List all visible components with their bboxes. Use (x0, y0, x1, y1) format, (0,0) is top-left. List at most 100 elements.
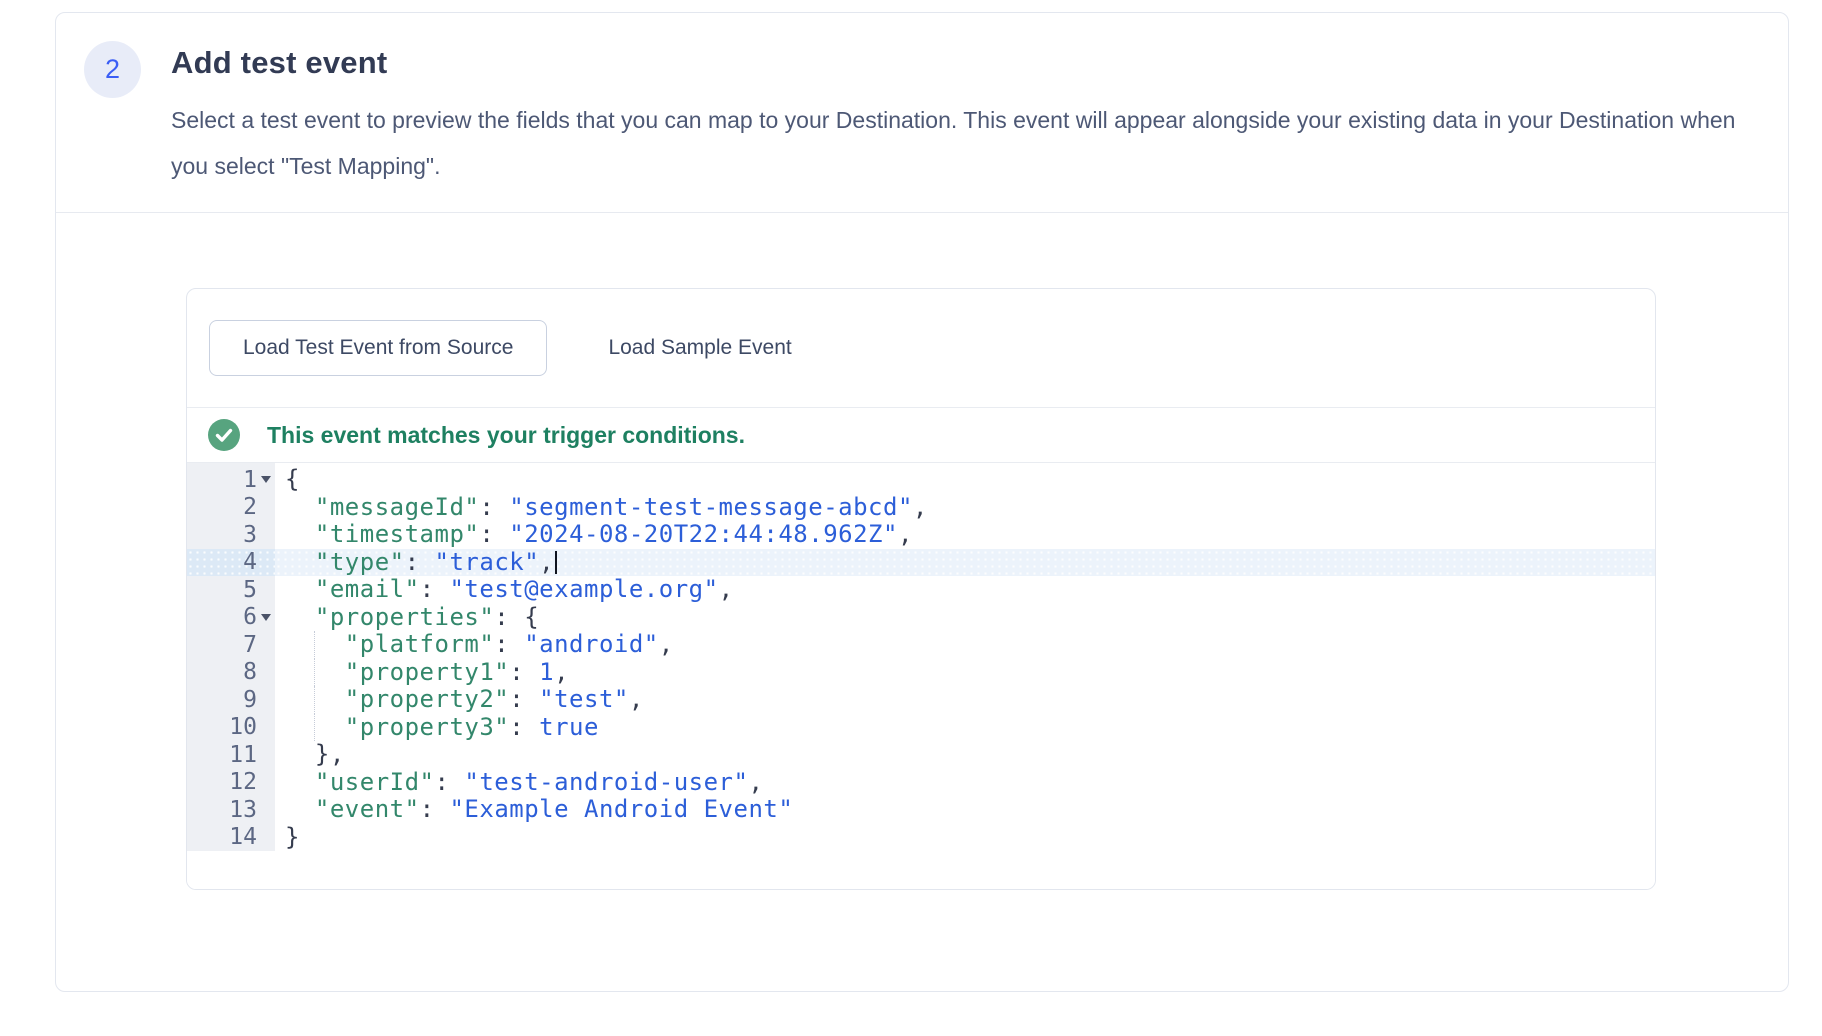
token-p (285, 548, 315, 576)
fold-toggle-icon[interactable] (257, 604, 275, 632)
arrow-slot (257, 659, 275, 687)
token-p: : (479, 520, 509, 548)
token-p: : (509, 713, 539, 741)
token-p: , (913, 493, 928, 521)
token-k: "property2" (345, 685, 509, 713)
editor-code[interactable]: { "messageId": "segment-test-message-abc… (275, 463, 1655, 889)
token-k: "platform" (345, 630, 495, 658)
token-s: "2024-08-20T22:44:48.962Z" (509, 520, 898, 548)
line-number: 10 (229, 714, 257, 740)
arrow-slot (257, 521, 275, 549)
token-p: , (898, 520, 913, 548)
editor-gutter: 1234567891011121314 (187, 463, 275, 889)
arrow-slot (257, 796, 275, 824)
token-p (285, 520, 315, 548)
token-b: true (539, 713, 599, 741)
json-editor[interactable]: 1234567891011121314 { "messageId": "segm… (187, 463, 1655, 889)
token-k: "email" (315, 575, 420, 603)
token-p (285, 768, 315, 796)
token-p: : (494, 630, 524, 658)
indent-guide (314, 686, 315, 714)
load-sample-event-button[interactable]: Load Sample Event (584, 320, 815, 376)
page: 2 Add test event Select a test event to … (0, 0, 1822, 1036)
card-header: 2 Add test event Select a test event to … (56, 13, 1788, 213)
code-line[interactable]: "type": "track", (275, 549, 1655, 577)
gutter-line: 5 (187, 576, 275, 604)
token-k: "type" (315, 548, 405, 576)
indent-guide (314, 631, 315, 659)
code-line[interactable]: "property1": 1, (275, 659, 1655, 687)
fold-toggle-icon[interactable] (257, 466, 275, 494)
toolbar: Load Test Event from Source Load Sample … (187, 289, 1655, 408)
code-line[interactable]: "messageId": "segment-test-message-abcd"… (275, 494, 1655, 522)
line-number: 11 (229, 742, 257, 768)
code-line[interactable]: "properties": { (275, 604, 1655, 632)
chevron-down-icon (261, 614, 271, 621)
step-number: 2 (105, 54, 120, 85)
line-number: 2 (243, 494, 257, 520)
indent-guide (314, 714, 315, 742)
token-p: , (659, 630, 674, 658)
token-p: , (719, 575, 734, 603)
token-s: "track" (435, 548, 540, 576)
line-number: 5 (243, 577, 257, 603)
token-p (285, 575, 315, 603)
gutter-line: 11 (187, 741, 275, 769)
test-event-panel: Load Test Event from Source Load Sample … (186, 288, 1656, 890)
code-line[interactable]: { (275, 466, 1655, 494)
line-number: 14 (229, 824, 257, 850)
code-line[interactable]: "event": "Example Android Event" (275, 796, 1655, 824)
line-number: 8 (243, 659, 257, 685)
gutter-line: 3 (187, 521, 275, 549)
code-line[interactable]: }, (275, 741, 1655, 769)
token-p: : (420, 575, 450, 603)
token-n: 1 (539, 658, 554, 686)
line-number: 4 (243, 549, 257, 575)
step-description: Select a test event to preview the field… (171, 97, 1748, 189)
token-p: { (285, 465, 300, 493)
arrow-slot (257, 549, 275, 577)
token-p: : { (494, 603, 539, 631)
line-number: 3 (243, 522, 257, 548)
gutter-line: 14 (187, 824, 275, 852)
token-s: "test@example.org" (449, 575, 718, 603)
token-k: "event" (315, 795, 420, 823)
load-test-event-button[interactable]: Load Test Event from Source (209, 320, 547, 376)
token-k: "property3" (345, 713, 509, 741)
code-line[interactable]: "property3": true (275, 714, 1655, 742)
code-line[interactable]: "userId": "test-android-user", (275, 769, 1655, 797)
check-circle-icon (208, 419, 240, 451)
arrow-slot (257, 714, 275, 742)
chevron-down-icon (261, 476, 271, 483)
token-p: }, (285, 740, 345, 768)
gutter-line: 2 (187, 494, 275, 522)
token-s: "android" (524, 630, 659, 658)
code-line[interactable]: } (275, 824, 1655, 852)
arrow-slot (257, 769, 275, 797)
code-line[interactable]: "timestamp": "2024-08-20T22:44:48.962Z", (275, 521, 1655, 549)
token-k: "property1" (345, 658, 509, 686)
token-k: "messageId" (315, 493, 479, 521)
token-p (285, 795, 315, 823)
token-s: "Example Android Event" (449, 795, 793, 823)
gutter-line: 6 (187, 604, 275, 632)
arrow-slot (257, 494, 275, 522)
token-s: "test-android-user" (464, 768, 748, 796)
gutter-line: 12 (187, 769, 275, 797)
code-line[interactable]: "platform": "android", (275, 631, 1655, 659)
arrow-slot (257, 741, 275, 769)
token-s: "segment-test-message-abcd" (509, 493, 913, 521)
editor-gutter-numbers: 1234567891011121314 (187, 463, 275, 851)
step-badge: 2 (84, 41, 141, 98)
code-line[interactable]: "property2": "test", (275, 686, 1655, 714)
line-number: 6 (243, 604, 257, 630)
token-k: "properties" (315, 603, 494, 631)
header-text: Add test event Select a test event to pr… (171, 39, 1748, 189)
line-number: 1 (243, 467, 257, 493)
code-line[interactable]: "email": "test@example.org", (275, 576, 1655, 604)
token-p: , (539, 548, 554, 576)
gutter-line: 9 (187, 686, 275, 714)
line-number: 7 (243, 632, 257, 658)
arrow-slot (257, 686, 275, 714)
token-p: } (285, 823, 300, 851)
